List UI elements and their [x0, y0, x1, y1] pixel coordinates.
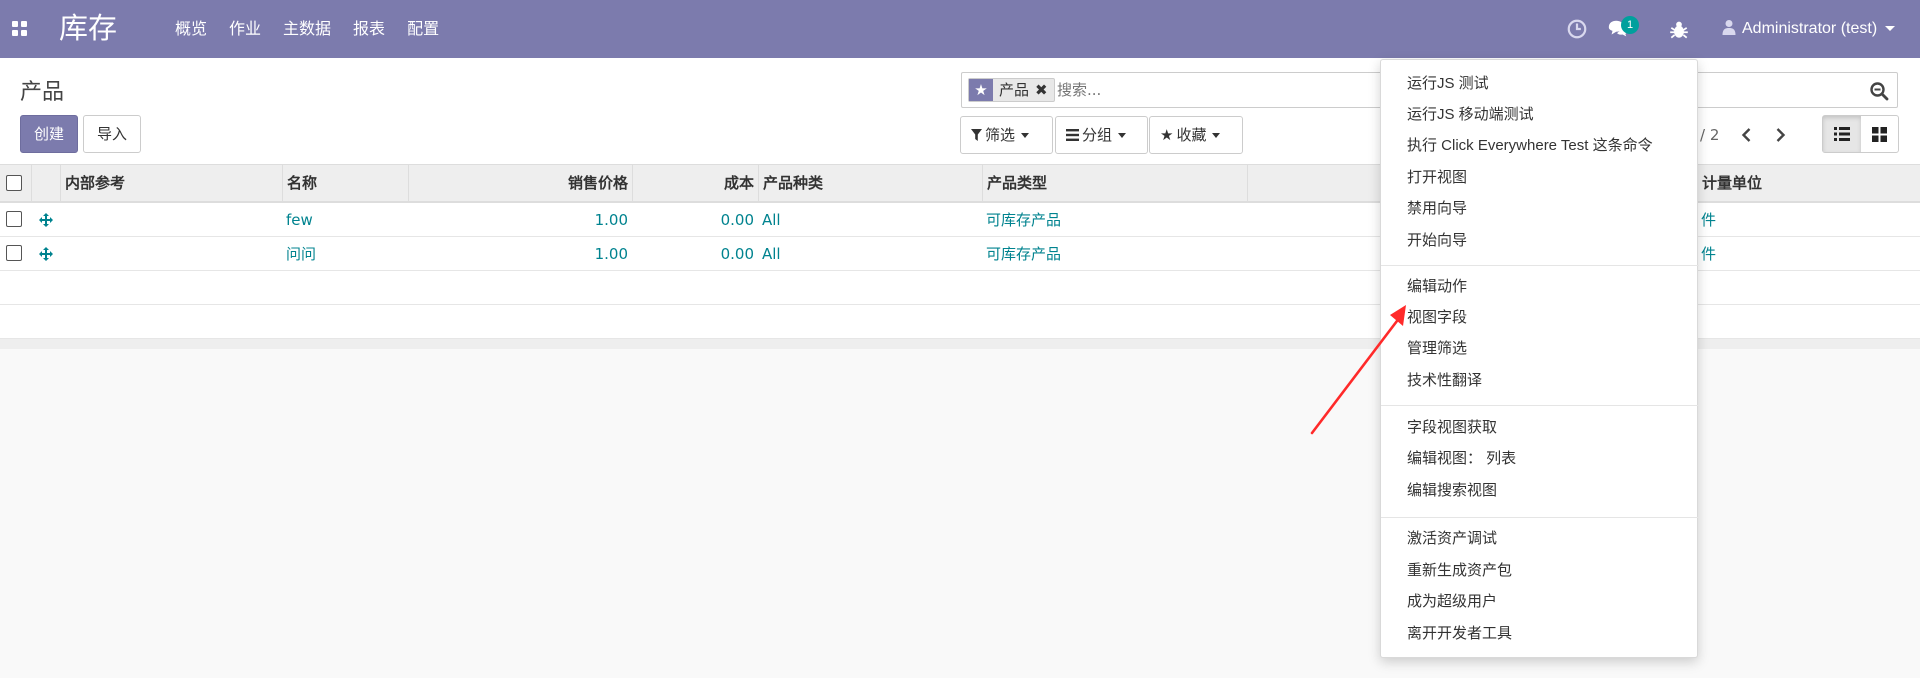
menu-divider	[1381, 405, 1699, 406]
kanban-view-icon	[1871, 126, 1887, 142]
create-button[interactable]: 创建	[20, 115, 78, 153]
debug-dropdown-menu: 运行JS 测试 运行JS 移动端测试 执行 Click Everywhere T…	[1380, 59, 1699, 658]
cell-type: 可库存产品	[986, 211, 1062, 229]
column-sale-price[interactable]: 销售价格	[408, 165, 632, 201]
debug-item-disable-tours[interactable]: 禁用向导	[1407, 195, 1467, 223]
menu-item-reporting[interactable]: 报表	[353, 0, 385, 58]
debug-item-regenerate-assets[interactable]: 重新生成资产包	[1407, 557, 1512, 585]
cell-name: few	[286, 211, 313, 229]
favorites-button[interactable]: ★ 收藏	[1149, 116, 1243, 154]
chevron-down-icon	[1885, 26, 1896, 32]
cell-sale-price: 1.00	[594, 211, 628, 229]
chevron-right-icon[interactable]	[1769, 124, 1791, 146]
column-type[interactable]: 产品类型	[982, 165, 1247, 201]
menu-item-overview[interactable]: 概览	[175, 0, 207, 58]
cell-category: All	[762, 211, 781, 229]
debug-item-fields-view-get[interactable]: 字段视图获取	[1407, 414, 1497, 442]
debug-item-click-everywhere[interactable]: 执行 Click Everywhere Test 这条命令	[1407, 132, 1653, 160]
apps-menu-icon[interactable]	[12, 21, 28, 37]
row-checkbox[interactable]	[6, 211, 22, 227]
menu-divider	[1381, 265, 1699, 266]
chevron-down-icon	[1212, 133, 1221, 138]
select-all-checkbox[interactable]	[6, 175, 22, 191]
filter-label: 筛选	[985, 126, 1016, 144]
user-menu[interactable]: Administrator (test)	[1722, 0, 1896, 58]
cell-type: 可库存产品	[986, 245, 1062, 263]
cell-cost: 0.00	[720, 211, 754, 229]
favorites-label: 收藏	[1176, 126, 1207, 144]
menu-divider	[1381, 517, 1699, 518]
main-menu: 概览 作业 主数据 报表 配置	[175, 0, 461, 58]
debug-item-edit-search-view[interactable]: 编辑搜索视图	[1407, 477, 1497, 505]
star-icon: ★	[1160, 126, 1174, 144]
debug-item-start-tour[interactable]: 开始向导	[1407, 227, 1467, 255]
cell-name: 问问	[286, 245, 317, 263]
drag-handle-icon[interactable]	[38, 212, 54, 228]
top-navbar: 库存 概览 作业 主数据 报表 配置 1 Administrator (test…	[0, 0, 1920, 58]
filter-icon	[971, 129, 982, 141]
debug-item-open-view[interactable]: 打开视图	[1407, 164, 1467, 192]
cell-cost: 0.00	[720, 245, 754, 263]
debug-item-become-superuser[interactable]: 成为超级用户	[1407, 588, 1497, 616]
kanban-view-button[interactable]	[1861, 116, 1899, 152]
column-internal-ref[interactable]: 内部参考	[60, 165, 282, 201]
group-by-button[interactable]: 分组	[1055, 116, 1148, 154]
pager-value[interactable]: / 2	[1700, 116, 1719, 154]
search-icon[interactable]	[1869, 81, 1889, 101]
star-icon: ★	[969, 79, 993, 101]
cell-category: All	[762, 245, 781, 263]
clock-icon[interactable]	[1566, 18, 1588, 40]
menu-item-configuration[interactable]: 配置	[407, 0, 439, 58]
bug-icon[interactable]	[1668, 19, 1690, 41]
chevron-down-icon	[1021, 133, 1030, 138]
column-category[interactable]: 产品种类	[758, 165, 982, 201]
column-name[interactable]: 名称	[282, 165, 408, 201]
group-by-label: 分组	[1082, 126, 1113, 144]
filter-button[interactable]: 筛选	[960, 116, 1053, 154]
list-icon	[1066, 129, 1079, 141]
debug-item-run-js-mobile-tests[interactable]: 运行JS 移动端测试	[1407, 101, 1534, 129]
chevron-left-icon[interactable]	[1736, 124, 1758, 146]
search-facet[interactable]: ★ 产品 ✖	[968, 78, 1055, 102]
remove-facet-icon[interactable]: ✖	[1033, 79, 1054, 101]
debug-item-activate-assets-debug[interactable]: 激活资产调试	[1407, 525, 1497, 553]
user-name: Administrator (test)	[1742, 20, 1878, 37]
chevron-down-icon	[1118, 133, 1127, 138]
debug-item-run-js-tests[interactable]: 运行JS 测试	[1407, 70, 1489, 98]
menu-item-master-data[interactable]: 主数据	[283, 0, 331, 58]
cell-uom: 件	[1701, 211, 1717, 229]
chat-badge: 1	[1621, 16, 1639, 34]
search-facet-label: 产品	[999, 81, 1030, 99]
debug-item-leave-developer-tools[interactable]: 离开开发者工具	[1407, 620, 1512, 648]
page-title: 产品	[20, 80, 65, 105]
list-view-icon	[1833, 127, 1850, 141]
menu-item-operations[interactable]: 作业	[229, 0, 261, 58]
column-cost[interactable]: 成本	[632, 165, 758, 201]
user-icon	[1722, 20, 1736, 35]
drag-handle-icon[interactable]	[38, 246, 54, 262]
cell-uom: 件	[1701, 245, 1717, 263]
annotation-arrow	[1310, 305, 1406, 435]
column-uom[interactable]: 计量单位	[1697, 165, 1920, 201]
import-button[interactable]: 导入	[83, 115, 141, 153]
view-switcher	[1822, 115, 1899, 153]
app-brand[interactable]: 库存	[59, 8, 117, 48]
list-view-button[interactable]	[1823, 116, 1861, 152]
row-checkbox[interactable]	[6, 245, 22, 261]
cell-sale-price: 1.00	[594, 245, 628, 263]
search-input[interactable]	[1057, 79, 1257, 101]
debug-item-edit-view-list[interactable]: 编辑视图： 列表	[1407, 445, 1516, 473]
